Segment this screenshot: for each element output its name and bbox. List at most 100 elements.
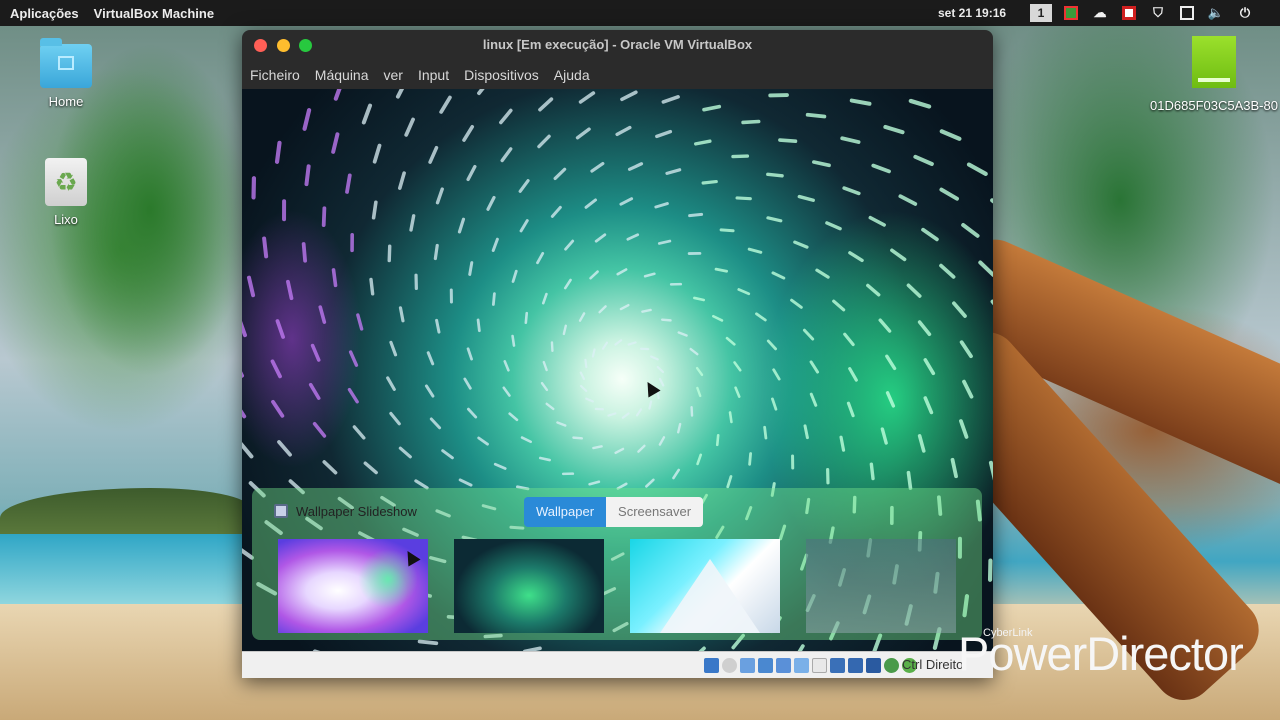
top-panel: Aplicações VirtualBox Machine set 21 19:… [0,0,1280,26]
disk-icon[interactable] [704,658,719,673]
active-app-name[interactable]: VirtualBox Machine [94,6,214,21]
desktop-icon-trash[interactable]: ♻ Lixo [11,158,121,227]
wallpaper-streak [591,348,596,358]
wallpaper-streak [725,336,736,346]
wallpaper-streak [441,449,454,460]
wallpaper-streak [598,305,607,314]
menu-maquina[interactable]: Máquina [315,67,369,83]
wallpaper-streak [395,89,405,99]
wallpaper-streak [538,456,551,462]
wallpaper-streak [542,360,548,372]
menu-input[interactable]: Input [418,67,449,83]
wallpaper-streak [923,396,934,415]
wallpaper-streak [578,91,596,104]
wallpaper-streak [435,318,441,334]
usb-icon[interactable] [776,658,791,673]
wallpaper-streak [369,277,375,296]
desktop-icon-drive[interactable]: 01D685F03C5A3B-80 [1150,36,1278,116]
wallpaper-thumbnail[interactable] [806,539,956,633]
shared-folder-icon[interactable] [794,658,809,673]
menu-ajuda[interactable]: Ajuda [554,67,590,83]
power-icon[interactable]: ⏻ [1235,4,1255,22]
wallpaper-streak [467,407,478,419]
wallpaper-streak [735,196,752,201]
wallpaper-streak [356,313,364,331]
wallpaper-streak [246,275,256,298]
home-folder-icon [40,38,92,88]
wallpaper-streak [959,419,969,439]
wallpaper-streak [842,186,861,196]
wallpaper-streak [518,179,530,193]
cloud-icon[interactable]: ☁ [1090,4,1110,22]
wallpaper-streak [645,478,655,488]
window-titlebar[interactable]: linux [Em execução] - Oracle VM VirtualB… [242,30,993,60]
wallpaper-streak [797,194,815,202]
slideshow-checkbox[interactable] [274,504,288,518]
wallpaper-streak [866,283,881,297]
wallpaper-streak [959,340,973,359]
wallpaper-streak [913,154,934,166]
wallpaper-streak [726,475,733,489]
workspace-indicator[interactable]: 1 [1030,4,1052,22]
wallpaper-streak [626,233,640,241]
wallpaper-streak [620,90,638,102]
desktop-icon-home[interactable]: Home [11,38,121,109]
cpu-icon[interactable] [848,658,863,673]
wallpaper-streak [477,436,489,446]
slideshow-label: Wallpaper Slideshow [296,504,417,519]
guest-additions-icon[interactable] [884,658,899,673]
wallpaper-streak [654,202,669,209]
wallpaper-streak [584,358,588,369]
wallpaper-streak [389,411,401,426]
wallpaper-streak [463,377,472,390]
menu-ficheiro[interactable]: Ficheiro [250,67,300,83]
wallpaper-streak [242,441,254,459]
window-icon[interactable] [1177,4,1197,22]
wallpaper-streak [541,292,548,305]
wallpaper-streak [386,376,396,391]
tab-screensaver[interactable]: Screensaver [606,497,704,527]
display-icon[interactable] [812,658,827,673]
wallpaper-streak [737,288,751,296]
minimize-button[interactable] [277,39,290,52]
volume-icon[interactable]: 🔈 [1206,4,1226,22]
wallpaper-streak [672,468,681,480]
wallpaper-streak [906,470,913,490]
shield-icon[interactable]: ⛉ [1148,4,1168,22]
wallpaper-streak [921,227,939,242]
wallpaper-streak [414,479,429,490]
wallpaper-thumbnail[interactable] [454,539,604,633]
wallpaper-streak [361,103,373,125]
wallpaper-streak [696,453,703,466]
wallpaper-streak [619,303,630,311]
mode-switch: Wallpaper Screensaver [524,497,704,527]
close-button[interactable] [254,39,267,52]
maximize-button[interactable] [299,39,312,52]
wallpaper-streak [322,460,338,475]
audio-icon[interactable] [740,658,755,673]
record-icon[interactable] [1119,4,1139,22]
wallpaper-streak [409,214,416,232]
wallpaper-streak [648,400,653,410]
wallpaper-streak [719,228,735,233]
status-icons [704,658,917,673]
video-capture-icon[interactable] [830,658,845,673]
tab-wallpaper[interactable]: Wallpaper [524,497,607,527]
wallpaper-streak [589,270,599,280]
wallpaper-streak [952,301,967,318]
menu-dispositivos[interactable]: Dispositivos [464,67,539,83]
menu-ver[interactable]: ver [384,67,403,83]
wallpaper-streak [660,318,672,322]
wallpaper-streak [502,386,511,397]
guest-screen[interactable]: Wallpaper Slideshow Wallpaper Screensave… [242,89,993,651]
wallpaper-thumbnail[interactable] [630,539,780,633]
optical-drive-icon[interactable] [722,658,737,673]
mouse-integration-icon[interactable] [866,658,881,673]
wallpaper-streak [712,314,724,322]
chart-icon[interactable] [1061,4,1081,22]
wallpaper-streak [538,97,554,112]
network-icon[interactable] [758,658,773,673]
applications-menu[interactable]: Aplicações [10,6,79,21]
clock[interactable]: set 21 19:16 [938,6,1006,20]
wallpaper-streak [499,108,513,125]
